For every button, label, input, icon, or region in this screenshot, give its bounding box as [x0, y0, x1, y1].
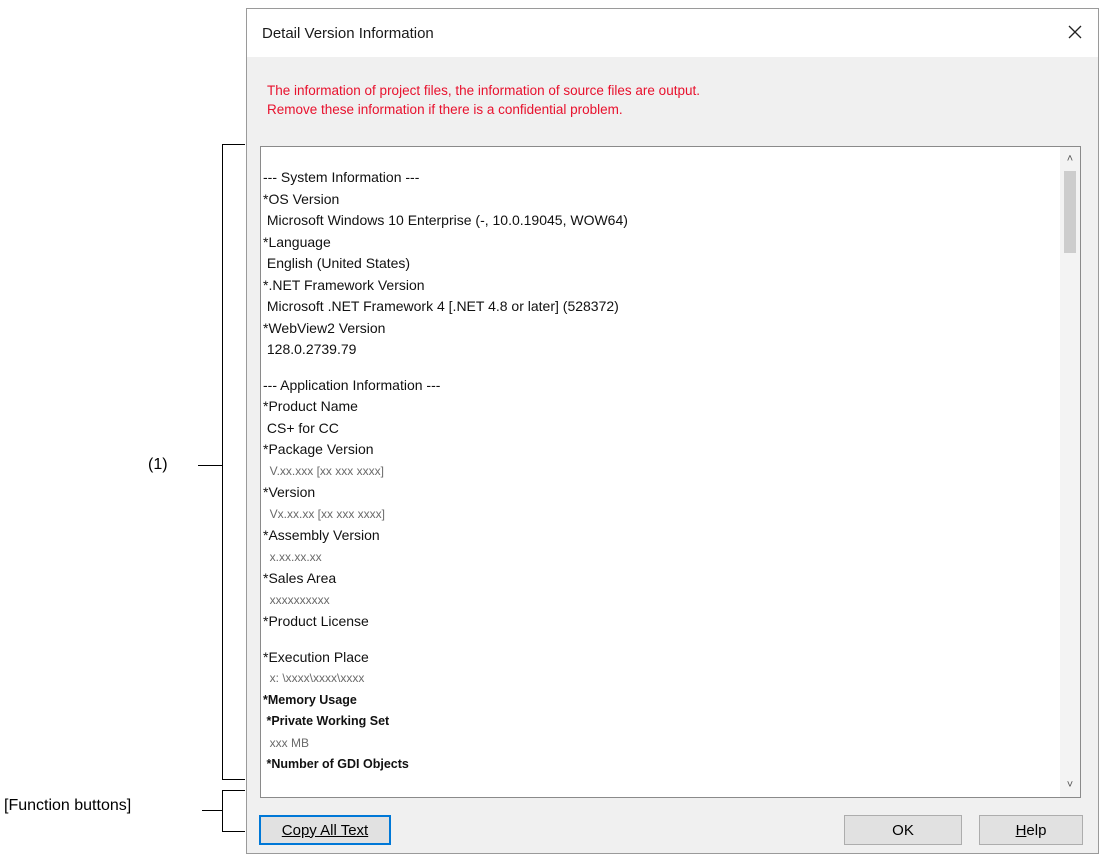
text-line: *WebView2 Version [263, 319, 386, 336]
confidential-warning: The information of project files, the in… [267, 81, 700, 119]
text-line: CS+ for CC [263, 419, 339, 436]
callout-area-label: (1) [148, 456, 168, 473]
ok-button[interactable]: OK [844, 815, 962, 845]
text-line: Microsoft Windows 10 Enterprise (-, 10.0… [263, 212, 628, 228]
warning-line: Remove these information if there is a c… [267, 102, 623, 117]
close-icon [1068, 25, 1082, 39]
callout-bracket-area [222, 144, 245, 780]
version-info-textarea[interactable]: --- System Information --- *OS Version Mi… [260, 146, 1081, 798]
text-line: *Package Version [263, 441, 374, 457]
text-line: --- Application Information --- [263, 376, 441, 393]
text-line: *.NET Framework Version [263, 276, 425, 293]
text-line: x.xx.xx.xx [263, 549, 322, 564]
text-line [263, 633, 1058, 647]
callout-line [202, 810, 222, 811]
text-line: *Number of GDI Objects [263, 757, 409, 771]
text-line: *Private Working Set [263, 714, 390, 728]
scroll-thumb[interactable] [1064, 171, 1076, 253]
dialog-title: Detail Version Information [262, 25, 434, 42]
text-line: x: \xxxx\xxxx\xxxx [263, 671, 365, 685]
text-line [263, 361, 1058, 375]
help-label-mnemonic: H [1015, 821, 1027, 839]
text-line: V.xx.xxx [xx xxx xxxx] [263, 463, 384, 478]
chevron-up-icon[interactable]: ˄ [1060, 149, 1080, 169]
help-button[interactable]: Help [979, 815, 1083, 845]
warning-line: The information of project files, the in… [267, 83, 700, 98]
text-line: *Version [263, 484, 316, 500]
detail-version-dialog: Detail Version Information The informati… [246, 8, 1099, 854]
text-line: xxxxxxxxxx [263, 592, 330, 607]
text-line: 128.0.2739.79 [263, 341, 357, 357]
text-line: English (United States) [263, 255, 411, 271]
text-line: *Assembly Version [263, 527, 380, 543]
text-line: Microsoft .NET Framework 4 [.NET 4.8 or … [263, 298, 619, 314]
text-line: *OS Version [263, 190, 340, 207]
text-line: *Memory Usage [263, 692, 357, 707]
text-line: *Execution Place [263, 648, 369, 665]
callout-line [198, 465, 222, 466]
text-line: *Product Name [263, 398, 358, 414]
callout-bracket-buttons [222, 790, 245, 832]
chevron-down-icon[interactable]: ˅ [1060, 775, 1080, 795]
version-info-text: --- System Information --- *OS Version Mi… [263, 167, 1058, 776]
text-line: Vx.xx.xx [xx xxx xxxx] [263, 506, 386, 521]
copy-all-text-button[interactable]: Copy All Text [259, 815, 391, 845]
text-line: *Sales Area [263, 570, 337, 586]
ok-label: OK [892, 821, 914, 839]
close-button[interactable] [1062, 19, 1088, 45]
title-bar: Detail Version Information [247, 9, 1098, 57]
vertical-scrollbar[interactable]: ˄ ˅ [1060, 147, 1080, 797]
copy-all-text-label: Copy All Text [281, 821, 369, 839]
text-line: *Language [263, 233, 331, 250]
callout-buttons-label: [Function buttons] [4, 797, 132, 814]
text-line: --- System Information --- [263, 169, 420, 185]
text-line: xxx MB [263, 735, 310, 750]
help-label-rest: elp [1026, 821, 1047, 839]
text-line: *Product License [263, 613, 369, 629]
